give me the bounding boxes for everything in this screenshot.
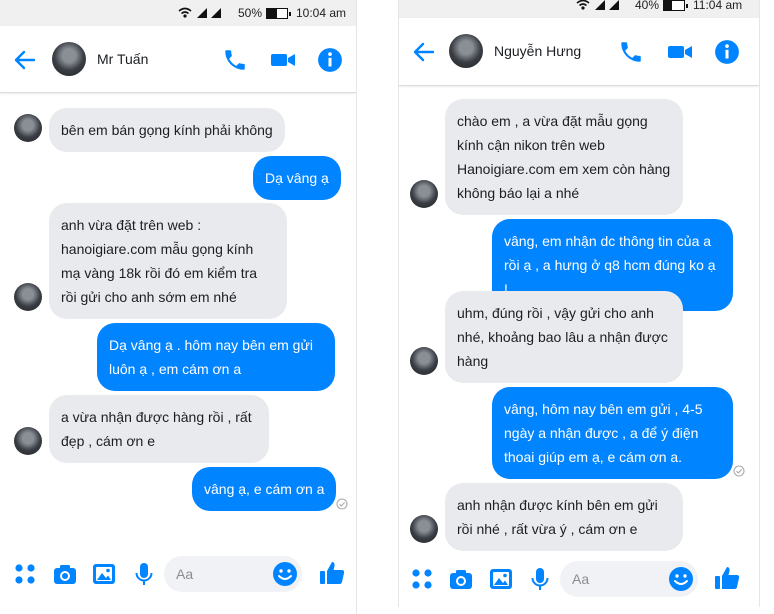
chat-window-left: 50% 10:04 am Mr Tuấn bên em bán gọng kín… <box>0 0 357 614</box>
wifi-signal-icon <box>178 7 221 18</box>
sender-avatar[interactable] <box>410 515 438 543</box>
incoming-message: anh vừa đặt trên web : hanoigiare.com mẫ… <box>49 203 287 319</box>
info-icon[interactable] <box>714 39 740 65</box>
microphone-icon[interactable] <box>527 566 553 592</box>
battery-icon <box>266 7 292 19</box>
outgoing-message: Dạ vâng ạ <box>253 156 341 200</box>
incoming-message: chào em , a vừa đặt mẫu gọng kính cận ni… <box>445 99 683 215</box>
sender-avatar[interactable] <box>14 114 42 142</box>
emoji-icon[interactable] <box>668 566 694 592</box>
message-input[interactable]: Aa <box>164 556 302 592</box>
microphone-icon[interactable] <box>131 561 157 587</box>
sender-avatar[interactable] <box>410 347 438 375</box>
battery-percent: 50% <box>238 6 263 20</box>
contact-avatar[interactable] <box>52 42 86 76</box>
status-bar: 40% 11:04 am <box>399 0 759 18</box>
video-camera-icon[interactable] <box>667 39 693 65</box>
status-bar: 50% 10:04 am <box>0 0 356 26</box>
signal-icons <box>575 0 621 18</box>
apps-grid-icon[interactable] <box>409 566 435 592</box>
sender-avatar[interactable] <box>14 427 42 455</box>
outgoing-message: Dạ vâng ạ . hôm nay bên em gửi luôn ạ , … <box>97 323 335 391</box>
phone-icon[interactable] <box>618 39 644 65</box>
status-time: 10:04 am <box>296 6 347 20</box>
message-input-placeholder: Aa <box>572 571 590 587</box>
camera-icon[interactable] <box>52 561 78 587</box>
back-arrow-icon[interactable] <box>12 47 38 73</box>
signal-icons <box>177 0 223 26</box>
battery-percent: 40% <box>635 0 660 12</box>
apps-grid-icon[interactable] <box>12 561 38 587</box>
contact-avatar[interactable] <box>449 34 483 68</box>
seen-check-icon <box>733 465 745 477</box>
info-icon[interactable] <box>317 47 343 73</box>
incoming-message: bên em bán gọng kính phải không <box>49 108 285 152</box>
contact-name[interactable]: Nguyễn Hưng <box>494 43 581 59</box>
back-arrow-icon[interactable] <box>411 39 437 65</box>
conversation-header: Mr Tuấn <box>0 27 356 93</box>
message-composer: Aa <box>0 548 356 600</box>
incoming-message: a vừa nhận được hàng rồi , rất đẹp , cám… <box>49 395 269 463</box>
message-input[interactable]: Aa <box>560 561 698 597</box>
battery-icon <box>663 0 689 11</box>
outgoing-message: vâng, hôm nay bên em gửi , 4-5 ngày a nh… <box>492 387 733 479</box>
message-composer: Aa <box>399 553 759 605</box>
image-icon[interactable] <box>91 561 117 587</box>
chat-window-right: 40% 11:04 am Nguyễn Hưng chào em , a vừa… <box>398 0 760 607</box>
incoming-message: uhm, đúng rồi , vậy gửi cho anh nhé, kho… <box>445 291 683 383</box>
image-icon[interactable] <box>488 566 514 592</box>
message-input-placeholder: Aa <box>176 566 194 582</box>
incoming-message: anh nhận được kính bên em gửi rồi nhé , … <box>445 483 683 551</box>
seen-check-icon <box>336 498 348 510</box>
sender-avatar[interactable] <box>410 180 438 208</box>
wifi-signal-icon <box>576 0 619 10</box>
thumbs-up-icon[interactable] <box>318 559 346 587</box>
outgoing-message: vâng ạ, e cám ơn a <box>192 467 337 511</box>
thumbs-up-icon[interactable] <box>713 564 741 592</box>
contact-name[interactable]: Mr Tuấn <box>97 51 148 67</box>
camera-icon[interactable] <box>448 566 474 592</box>
sender-avatar[interactable] <box>14 283 42 311</box>
status-time: 11:04 am <box>693 0 743 12</box>
conversation-header: Nguyễn Hưng <box>399 18 759 86</box>
emoji-icon[interactable] <box>272 561 298 587</box>
phone-icon[interactable] <box>222 47 248 73</box>
video-camera-icon[interactable] <box>270 47 296 73</box>
